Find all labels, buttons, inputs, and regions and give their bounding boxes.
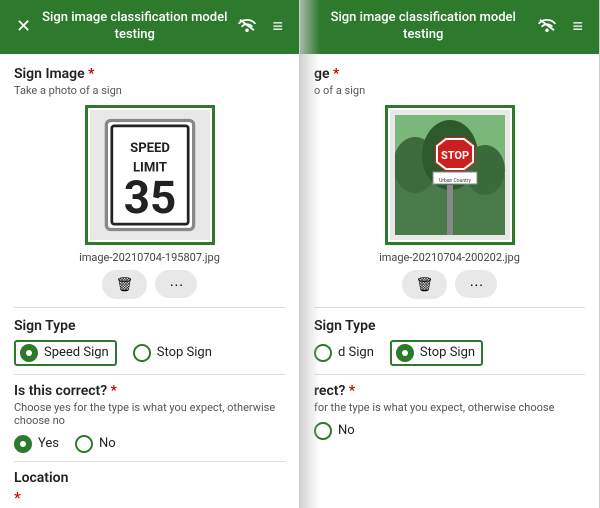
no-label-left: No — [99, 436, 116, 451]
right-stop-radio[interactable] — [396, 344, 414, 362]
divider-3 — [14, 461, 285, 462]
right-speed-label: d Sign — [338, 345, 374, 360]
speed-sign-label: Speed Sign — [44, 345, 109, 360]
right-speed-sign-option[interactable]: d Sign — [314, 344, 374, 362]
stop-sign-option-left[interactable]: Stop Sign — [133, 344, 212, 362]
right-sign-type-label: Sign Type — [314, 318, 585, 334]
wifi-icon[interactable] — [234, 14, 260, 39]
right-panel: Sign image classification model testing … — [300, 0, 600, 508]
right-delete-button[interactable]: 🗑 — [402, 270, 448, 299]
right-panel-inner: Sign image classification model testing … — [300, 0, 600, 508]
yes-label-left: Yes — [38, 436, 59, 451]
svg-text:Urban Country: Urban Country — [439, 178, 471, 184]
right-wifi-icon[interactable] — [534, 14, 560, 39]
no-radio-left[interactable] — [75, 435, 93, 453]
sign-image-label: Sign Image * — [14, 66, 285, 82]
right-menu-icon[interactable]: ≡ — [568, 14, 587, 39]
menu-icon[interactable]: ≡ — [268, 14, 287, 39]
right-divider-2 — [314, 374, 585, 375]
right-sign-image-frame[interactable]: STOP Urban Country — [385, 105, 515, 245]
delete-button-left[interactable]: 🗑 — [102, 270, 148, 299]
image-actions-left: 🗑 ··· — [102, 270, 198, 299]
more-button-left[interactable]: ··· — [155, 270, 197, 298]
speed-sign-radio[interactable] — [20, 344, 38, 362]
right-correct-radio-group: No — [314, 422, 585, 440]
stop-sign-label-left: Stop Sign — [157, 345, 212, 360]
divider-1 — [14, 307, 285, 308]
right-header: Sign image classification model testing … — [300, 0, 599, 54]
yes-option-left[interactable]: Yes — [14, 435, 59, 453]
sign-image: SPEED LIMIT 35 — [90, 110, 210, 240]
header-title: Sign image classification model testing — [35, 10, 234, 44]
stop-sign-radio-left[interactable] — [133, 344, 151, 362]
correct-required-left: * — [111, 383, 117, 399]
right-divider-1 — [314, 307, 585, 308]
sign-type-label-left: Sign Type — [14, 318, 285, 334]
right-header-title: Sign image classification model testing — [312, 10, 534, 44]
right-correct-label: rect? * — [314, 383, 585, 399]
right-content: ge * o of a sign — [300, 54, 599, 508]
right-image-actions: 🗑 ··· — [402, 270, 498, 299]
right-more-button[interactable]: ··· — [455, 270, 497, 298]
svg-text:35: 35 — [123, 172, 176, 225]
svg-text:SPEED: SPEED — [130, 141, 170, 156]
yes-radio-left[interactable] — [14, 435, 32, 453]
required-marker: * — [88, 66, 94, 82]
right-correct-hint: for the type is what you expect, otherwi… — [314, 401, 585, 414]
no-option-left[interactable]: No — [75, 435, 116, 453]
right-sign-image: STOP Urban Country — [390, 110, 510, 240]
right-no-label: No — [338, 423, 355, 438]
speed-sign-option[interactable]: Speed Sign — [14, 340, 117, 366]
right-image-filename: image-20210704-200202.jpg — [379, 251, 520, 264]
right-sign-image-hint: o of a sign — [314, 84, 585, 97]
right-correct-section: rect? * for the type is what you expect,… — [314, 383, 585, 440]
left-panel: ✕ Sign image classification model testin… — [0, 0, 300, 508]
sign-image-container: SPEED LIMIT 35 image-20210704-195807.jpg… — [14, 105, 285, 299]
right-stop-sign-option[interactable]: Stop Sign — [390, 340, 483, 366]
sign-image-hint: Take a photo of a sign — [14, 84, 285, 97]
right-required-marker: * — [333, 66, 339, 82]
left-header: ✕ Sign image classification model testin… — [0, 0, 299, 54]
location-required-left: * — [14, 488, 21, 507]
correct-hint-left: Choose yes for the type is what you expe… — [14, 401, 285, 427]
divider-2 — [14, 374, 285, 375]
right-correct-required: * — [349, 383, 355, 399]
right-sign-type-group: d Sign Stop Sign — [314, 340, 585, 366]
sign-image-frame[interactable]: SPEED LIMIT 35 — [85, 105, 215, 245]
correct-label-left: Is this correct? * — [14, 383, 285, 399]
header-right-icons: ≡ — [234, 14, 287, 39]
right-no-option[interactable]: No — [314, 422, 355, 440]
right-sign-image-container: STOP Urban Country image-20210704-200202… — [314, 105, 585, 299]
correct-section-left: Is this correct? * Choose yes for the ty… — [14, 383, 285, 453]
clip-gradient — [300, 0, 320, 508]
image-filename-left: image-20210704-195807.jpg — [79, 251, 220, 264]
location-label-left: Location — [14, 470, 285, 486]
svg-text:STOP: STOP — [440, 149, 468, 162]
right-stop-label: Stop Sign — [420, 345, 475, 360]
close-icon[interactable]: ✕ — [12, 14, 35, 39]
right-sign-image-label: ge * — [314, 66, 585, 82]
right-header-icons: ≡ — [534, 14, 587, 39]
left-content: Sign Image * Take a photo of a sign SPEE… — [0, 54, 299, 508]
correct-radio-group-left: Yes No — [14, 435, 285, 453]
sign-type-group-left: Speed Sign Stop Sign — [14, 340, 285, 366]
